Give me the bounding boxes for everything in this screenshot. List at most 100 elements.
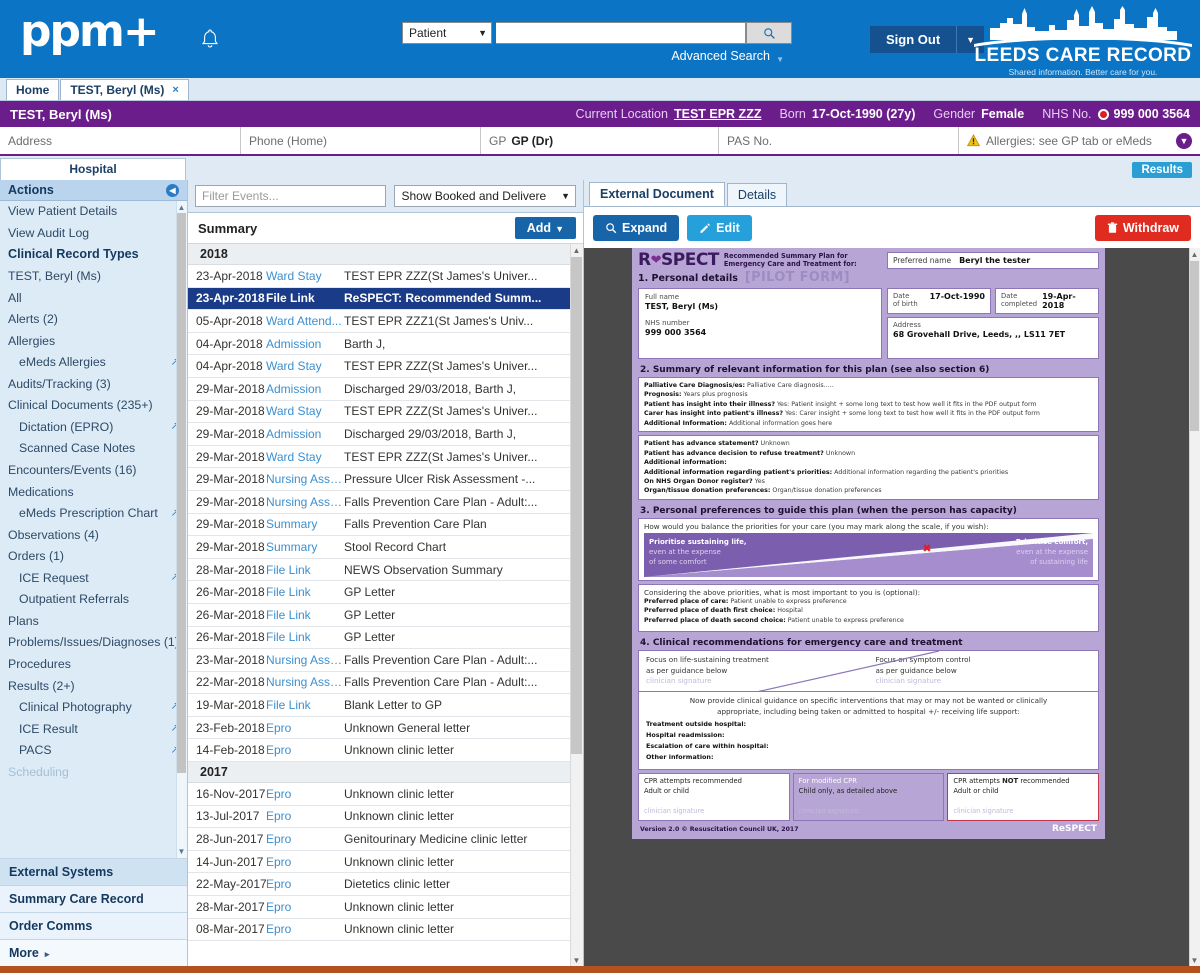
sidebar-scrollbar[interactable]: ▲ ▼ — [176, 201, 187, 858]
filter-events-input[interactable]: Filter Events... — [195, 185, 387, 207]
scroll-up-icon[interactable]: ▲ — [177, 202, 186, 213]
withdraw-button[interactable]: Withdraw — [1094, 214, 1191, 241]
sidebar-item-clinical-photography[interactable]: Clinical Photography ↗ — [0, 697, 187, 719]
table-row[interactable]: 28-Mar-2018 File Link NEWS Observation Sum… — [188, 559, 570, 582]
table-row[interactable]: 29-Mar-2018 Ward Stay TEST EPR ZZZ(St Jame… — [188, 446, 570, 469]
event-type[interactable]: File Link — [266, 563, 344, 577]
ppm-plus-logo[interactable]: ppm+ — [20, 10, 160, 54]
gp-field[interactable]: GP GP (Dr) — [481, 127, 719, 154]
sidebar-item-pacs[interactable]: PACS ↗ — [0, 740, 187, 762]
event-type[interactable]: Epro — [266, 900, 344, 914]
event-type[interactable]: Summary — [266, 517, 344, 531]
event-type[interactable]: Epro — [266, 743, 344, 757]
event-type[interactable]: Admission — [266, 382, 344, 396]
sidebar-footer-summary-care-record[interactable]: Summary Care Record — [0, 885, 187, 912]
sidebar-item-emeds-allergies[interactable]: eMeds Allergies ↗ — [0, 352, 187, 374]
add-button[interactable]: Add ▼ — [514, 217, 576, 239]
event-type[interactable]: Admission — [266, 337, 344, 351]
table-row[interactable]: 28-Jun-2017 Epro Genitourinary Medicine cl… — [188, 828, 570, 851]
event-type[interactable]: Ward Stay — [266, 359, 344, 373]
sidebar-item-medications[interactable]: Medications — [0, 481, 187, 503]
sidebar-item-observations-4[interactable]: Observations (4) — [0, 525, 187, 547]
event-type[interactable]: Nursing Assess — [266, 675, 344, 689]
sidebar-footer-more[interactable]: More ▸ — [0, 939, 187, 966]
table-row[interactable]: 19-Mar-2018 File Link Blank Letter to GP — [188, 694, 570, 717]
event-type[interactable]: File Link — [266, 291, 344, 305]
event-type[interactable]: Ward Stay — [266, 269, 344, 283]
event-type[interactable]: Ward Stay — [266, 450, 344, 464]
event-type[interactable]: Nursing Assess — [266, 495, 344, 509]
sidebar-footer-order-comms[interactable]: Order Comms — [0, 912, 187, 939]
sign-out-button[interactable]: Sign Out — [870, 26, 957, 53]
event-type[interactable]: Nursing Assess — [266, 653, 344, 667]
close-icon[interactable]: × — [172, 84, 178, 96]
event-type[interactable]: Summary — [266, 540, 344, 554]
scroll-down-icon[interactable]: ▼ — [177, 846, 186, 857]
table-row[interactable]: 23-Apr-2018 Ward Stay TEST EPR ZZZ(St Jame… — [188, 265, 570, 288]
sidebar-item-encounters-events-16[interactable]: Encounters/Events (16) — [0, 460, 187, 482]
table-row[interactable]: 29-Mar-2018 Admission Discharged 29/03/201… — [188, 378, 570, 401]
sidebar-item-emeds-prescription-chart[interactable]: eMeds Prescription Chart ↗ — [0, 503, 187, 525]
document-scroll-thumb[interactable] — [1190, 261, 1199, 431]
table-row[interactable]: 29-Mar-2018 Admission Discharged 29/03/201… — [188, 423, 570, 446]
event-type[interactable]: File Link — [266, 608, 344, 622]
sidebar-item-ice-result[interactable]: ICE Result ↗ — [0, 719, 187, 741]
tab-patient[interactable]: TEST, Beryl (Ms) × — [60, 79, 189, 100]
sidebar-item-procedures[interactable]: Procedures — [0, 654, 187, 676]
table-row[interactable]: 23-Apr-2018 File Link ReSPECT: Recommended… — [188, 287, 570, 311]
sidebar-item-view-audit-log[interactable]: View Audit Log — [0, 223, 187, 245]
table-row[interactable]: 23-Feb-2018 Epro Unknown General letter — [188, 717, 570, 740]
event-type[interactable]: Epro — [266, 922, 344, 936]
table-row[interactable]: 26-Mar-2018 File Link GP Letter — [188, 604, 570, 627]
event-type[interactable]: Epro — [266, 832, 344, 846]
event-type[interactable]: Epro — [266, 787, 344, 801]
sidebar-item-alerts-2[interactable]: Alerts (2) — [0, 309, 187, 331]
scroll-up-icon[interactable]: ▲ — [571, 244, 582, 256]
table-row[interactable]: 08-Mar-2017 Epro Unknown clinic letter — [188, 919, 570, 942]
events-scrollbar[interactable]: ▲ ▼ — [570, 244, 583, 966]
table-row[interactable]: 29-Mar-2018 Ward Stay TEST EPR ZZZ(St Jame… — [188, 401, 570, 424]
show-booked-select[interactable]: Show Booked and Delivere ▼ — [394, 185, 576, 207]
sidebar-item-audits-tracking-3[interactable]: Audits/Tracking (3) — [0, 374, 187, 396]
expand-button[interactable]: Expand — [593, 214, 680, 241]
scroll-down-icon[interactable]: ▼ — [1190, 954, 1199, 966]
events-scroll-thumb[interactable] — [571, 257, 582, 754]
sidebar-item-scheduling[interactable]: Scheduling — [0, 762, 187, 784]
sidebar-item-plans[interactable]: Plans — [0, 611, 187, 633]
table-row[interactable]: 04-Apr-2018 Admission Barth J, — [188, 333, 570, 356]
current-location-value[interactable]: TEST EPR ZZZ — [674, 107, 762, 121]
sidebar-item-dictation-epro[interactable]: Dictation (EPRO) ↗ — [0, 417, 187, 439]
chevron-down-icon[interactable]: ▼ — [1176, 132, 1192, 149]
event-type[interactable]: Epro — [266, 721, 344, 735]
table-row[interactable]: 05-Apr-2018 Ward Attend... TEST EPR ZZZ1(S… — [188, 310, 570, 333]
event-type[interactable]: Nursing Assess — [266, 472, 344, 486]
table-row[interactable]: 29-Mar-2018 Summary Stool Record Chart — [188, 536, 570, 559]
event-type[interactable]: Ward Stay — [266, 404, 344, 418]
event-type[interactable]: File Link — [266, 585, 344, 599]
sidebar-item-orders-1[interactable]: Orders (1) — [0, 546, 187, 568]
allergies-field[interactable]: Allergies: see GP tab or eMeds ▼ — [959, 127, 1200, 154]
sidebar-item-problems-issues-diagnoses-1[interactable]: Problems/Issues/Diagnoses (1) — [0, 632, 187, 654]
event-type[interactable]: File Link — [266, 630, 344, 644]
table-row[interactable]: 16-Nov-2017 Epro Unknown clinic letter — [188, 783, 570, 806]
table-row[interactable]: 29-Mar-2018 Nursing Assess Pressure Ulcer … — [188, 468, 570, 491]
table-row[interactable]: 22-May-2017 Epro Dietetics clinic letter — [188, 873, 570, 897]
table-row[interactable]: 22-Mar-2018 Nursing Assess Falls Preventio… — [188, 672, 570, 695]
table-row[interactable]: 26-Mar-2018 File Link GP Letter — [188, 581, 570, 604]
scroll-down-icon[interactable]: ▼ — [571, 954, 582, 966]
sidebar-item-outpatient-referrals[interactable]: Outpatient Referrals› — [0, 589, 187, 611]
sidebar-item-scanned-case-notes[interactable]: Scanned Case Notes› — [0, 438, 187, 460]
sidebar-item-test-beryl-ms[interactable]: TEST, Beryl (Ms) — [0, 266, 187, 288]
sidebar-footer-external-systems[interactable]: External Systems — [0, 858, 187, 885]
scroll-up-icon[interactable]: ▲ — [1190, 248, 1199, 260]
address-field[interactable]: Address — [0, 127, 241, 154]
event-type[interactable]: File Link — [266, 698, 344, 712]
sidebar-item-all[interactable]: All — [0, 288, 187, 310]
notifications-bell-icon[interactable] — [200, 28, 220, 53]
table-row[interactable]: 14-Jun-2017 Epro Unknown clinic letter — [188, 851, 570, 874]
event-type[interactable]: Ward Attend... — [266, 314, 344, 328]
sidebar-item-allergies[interactable]: Allergies — [0, 331, 187, 353]
search-input[interactable] — [496, 22, 746, 44]
document-scrollbar[interactable]: ▲ ▼ — [1189, 248, 1200, 966]
sidebar-item-view-patient-details[interactable]: View Patient Details — [0, 201, 187, 223]
